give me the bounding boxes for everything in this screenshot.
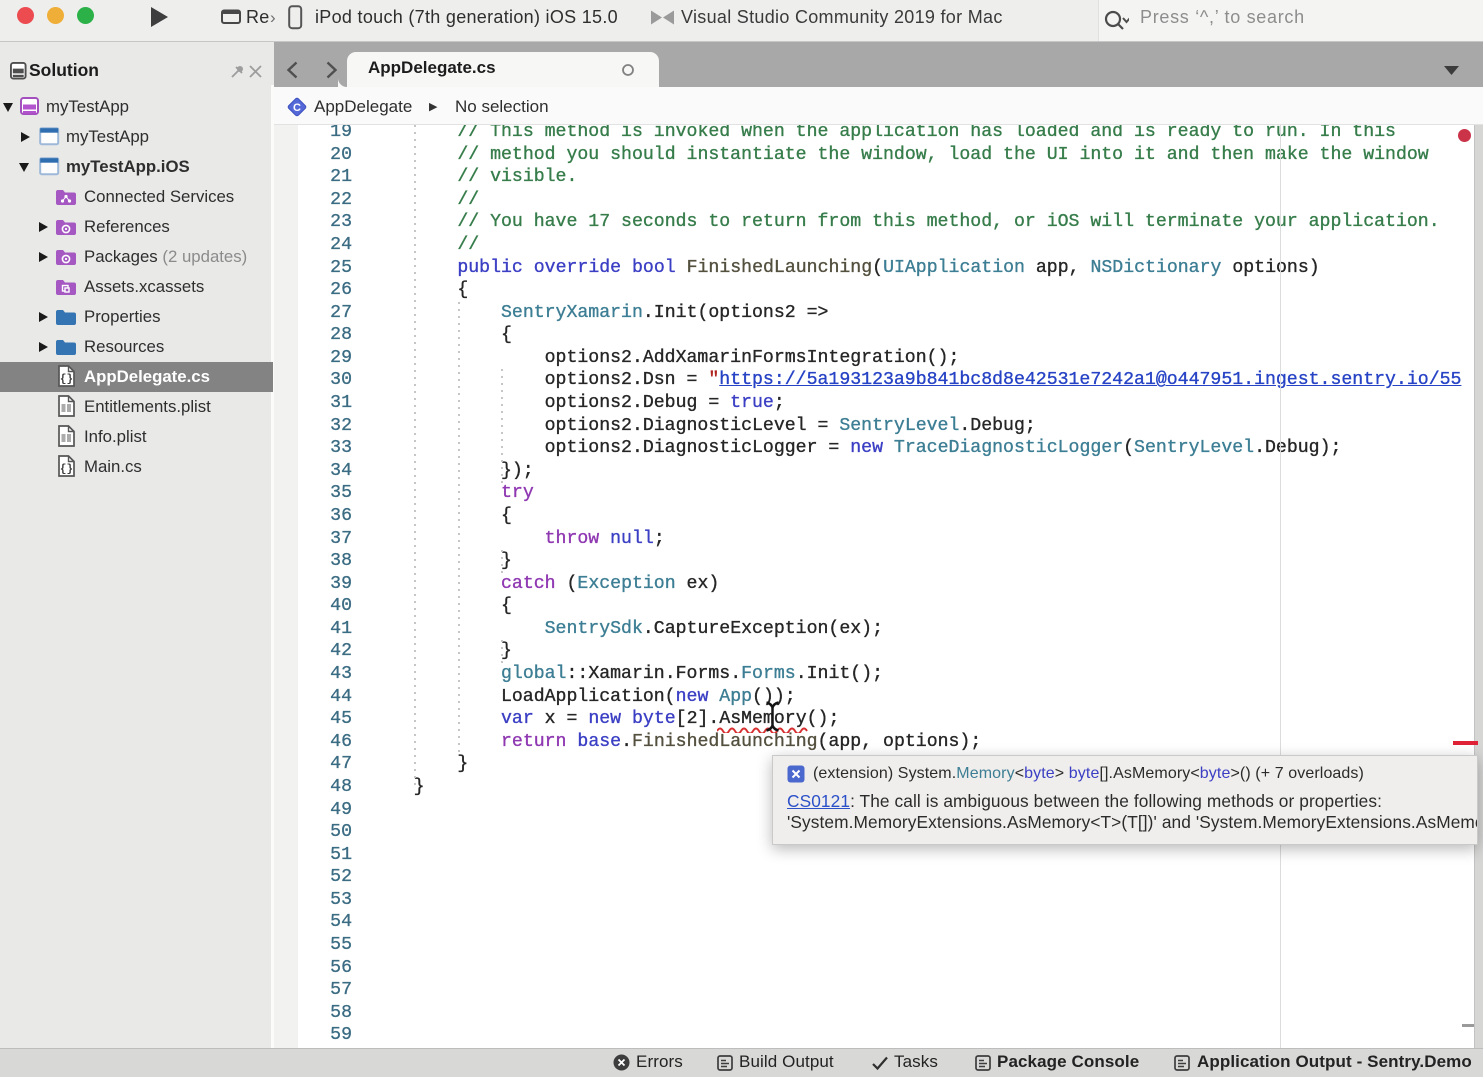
svg-text:C: C (293, 102, 301, 114)
svg-text:{}: {} (60, 464, 73, 476)
svg-text:{}: {} (60, 374, 73, 386)
